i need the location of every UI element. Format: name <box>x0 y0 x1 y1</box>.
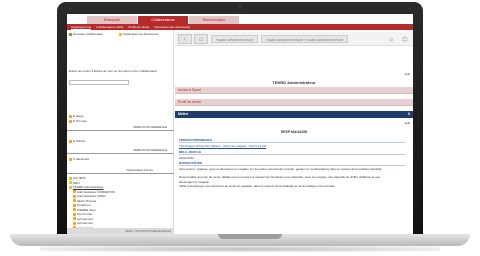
list-item-label: E Serge <box>73 114 84 118</box>
left-footer: SERV. CENTRAUX/SIEGE/SIEGE <box>67 228 174 234</box>
document-title: RESP MAGASIN <box>280 130 308 134</box>
divider <box>67 173 174 174</box>
section-metier-label: Métier <box>178 112 189 116</box>
divider <box>179 142 405 143</box>
new-collaborator-label: Nouveau collaborateur <box>73 32 104 36</box>
breadcrumb-1[interactable]: TEHRD ADMINISTRATEUR <box>211 35 259 43</box>
user-icon <box>73 217 76 221</box>
user-icon <box>73 199 76 203</box>
user-icon <box>73 203 76 207</box>
list-item[interactable]: C Alexandre <box>69 157 89 162</box>
tree-item-label: recrutement <box>77 221 94 225</box>
divider <box>179 165 405 166</box>
app-screen: Enterprise Collaborateurs Rémunération O… <box>67 14 413 234</box>
path-bar: ‹ ⌂ TEHRD ADMINISTRATEUR TEHRD ADMINISTR… <box>175 32 413 46</box>
user-icon <box>73 194 76 198</box>
org-chart-button[interactable]: Organigramme fonctionnel <box>119 32 158 37</box>
collapse-icon[interactable]: ≎ <box>401 34 409 44</box>
laptop-base <box>10 234 470 246</box>
doc-paragraph: Veille à développer commercial et au sto… <box>179 184 336 188</box>
right-panel: ‹ ⌂ TEHRD ADMINISTRATEUR TEHRD ADMINISTR… <box>175 30 413 234</box>
doc-paragraph: Responsable du point de vente, fidélité … <box>179 175 381 179</box>
org-chart-icon <box>119 32 122 36</box>
doc-date: 03/01/2012 <box>179 156 195 160</box>
add-user-icon <box>69 32 72 36</box>
tree-item-label: GS TEST <box>73 176 86 180</box>
list-item-label: C Alexandre <box>73 157 90 161</box>
section-metier[interactable]: Métier 0 <box>175 111 413 118</box>
user-icon <box>69 139 72 143</box>
tree-item-label: M Nacrine <box>77 203 91 207</box>
edit-link[interactable]: Edit <box>405 72 410 76</box>
user-icon <box>73 190 76 194</box>
home-button[interactable]: ⌂ <box>194 34 208 44</box>
org-chart-label: Organigramme fonctionnel <box>123 32 159 36</box>
download-link[interactable]: Télécharger W:Nombre Métiers - Resp de m… <box>179 144 266 148</box>
list-item[interactable]: E Thomas <box>69 119 87 124</box>
search-icon[interactable]: ⌕ <box>389 34 394 44</box>
user-icon <box>69 114 72 118</box>
edit-link-metier[interactable]: Edit <box>405 121 410 125</box>
collaborator-search-input[interactable] <box>69 80 129 85</box>
list-item[interactable]: E Patrick <box>69 139 85 144</box>
tab-collaborateurs[interactable]: Collaborateurs <box>138 16 188 24</box>
user-icon <box>73 212 76 216</box>
user-icon <box>69 157 72 161</box>
tab-enterprise[interactable]: Enterprise <box>87 16 137 24</box>
tree-item-label: TEHRD Administrateur <box>73 185 104 189</box>
tree-item-label: PIERRE Jean <box>77 207 96 212</box>
divider <box>179 154 405 155</box>
user-icon <box>73 208 76 212</box>
section-metier-count: 0 <box>408 112 410 116</box>
section-acces-synel[interactable]: Accès à Synel <box>175 87 413 94</box>
person-title: TEHRD Administrateur <box>272 80 316 85</box>
top-tabs: Enterprise Collaborateurs Rémunération <box>87 16 240 24</box>
user-icon <box>73 221 76 225</box>
section-profil-droits[interactable]: Profil de droits <box>175 99 413 106</box>
doc-paragraph: Gère anime, organise, gère et développe … <box>179 167 383 171</box>
breadcrumb-2[interactable]: TEHRD ADMINISTRATEUR / TEHRD ADMINISTRAT… <box>261 35 349 43</box>
left-panel: Nouveau collaborateur Organigramme fonct… <box>67 30 174 234</box>
new-collaborator-button[interactable]: Nouveau collaborateur <box>69 32 103 37</box>
search-prompt: Entrez au moins 3 lettres du nom ou du p… <box>69 69 157 73</box>
camera-dot <box>238 5 242 9</box>
tree-item-label: recrutement <box>77 216 94 221</box>
tree-item-label: Administrateur GPEC <box>77 194 106 198</box>
tree-item-label: DRH <box>73 180 80 185</box>
folder-icon <box>69 181 72 185</box>
doc-paragraph: développer le magasin. <box>179 179 211 184</box>
folder-icon <box>69 185 72 189</box>
tree-item-label: Administrateur FORMATION <box>77 189 115 194</box>
laptop-notch <box>218 234 282 239</box>
user-icon <box>69 119 72 123</box>
laptop-shadow <box>40 246 440 252</box>
tree-item-label: JEAN Thomas <box>77 198 97 203</box>
divider <box>67 130 174 131</box>
folder-icon <box>69 176 72 180</box>
divider <box>67 153 174 154</box>
tab-remuneration[interactable]: Rémunération <box>189 16 239 24</box>
back-button[interactable]: ‹ <box>178 34 192 44</box>
tree-item-label: Test Ferrée <box>77 212 93 216</box>
list-item-label: E Patrick <box>73 139 86 143</box>
list-item-label: E Thomas <box>73 119 87 123</box>
